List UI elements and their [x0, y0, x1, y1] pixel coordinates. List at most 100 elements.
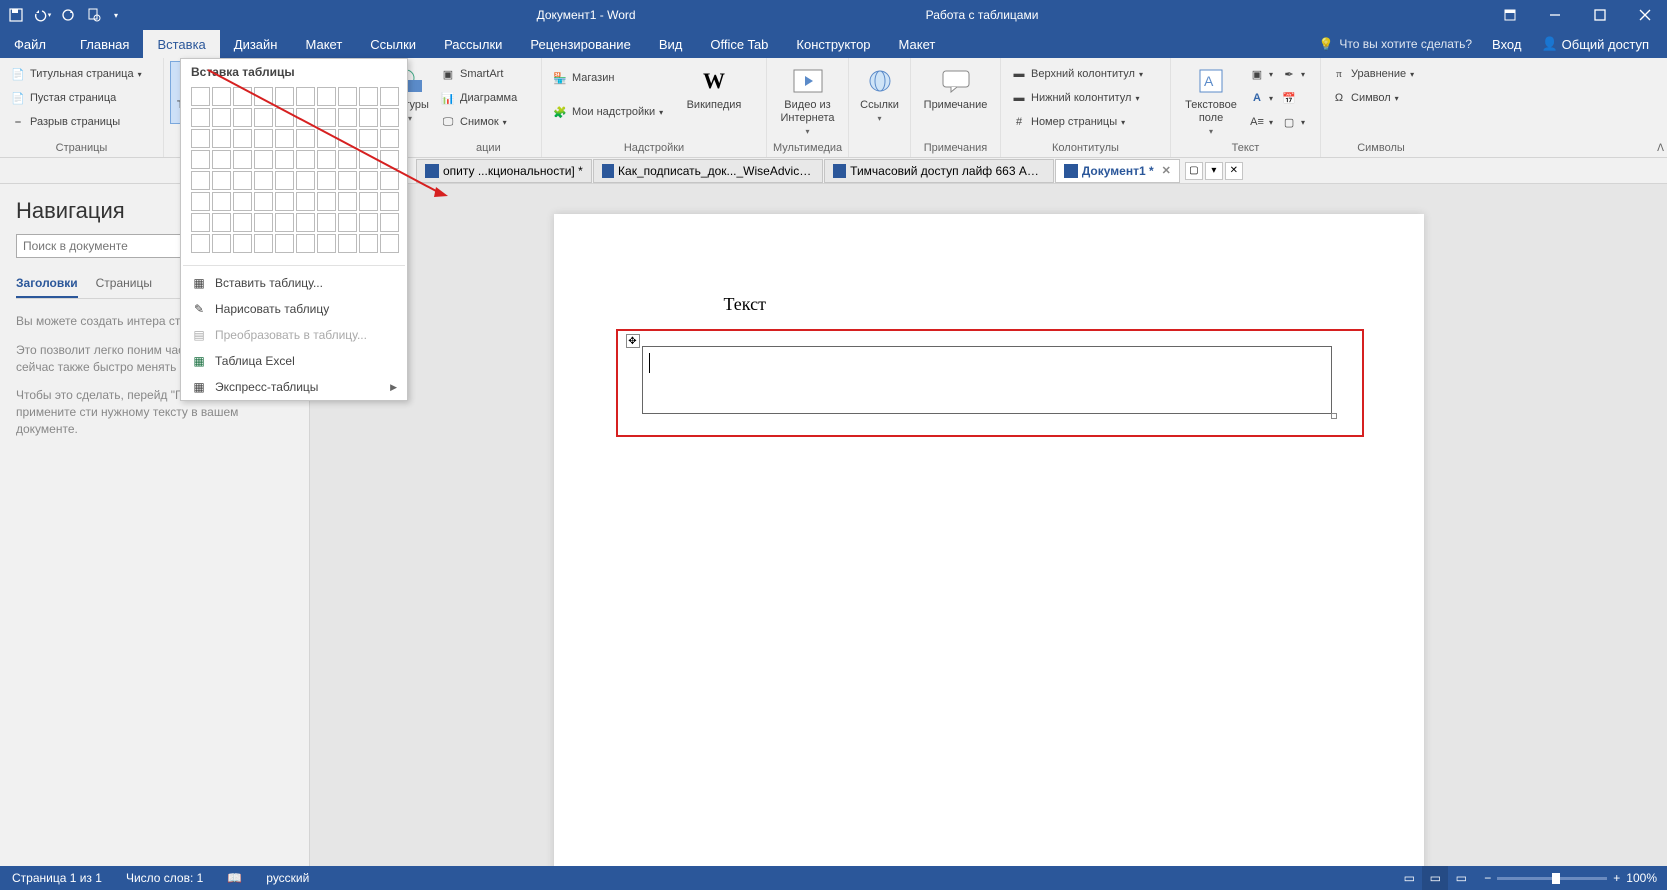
page-number-button[interactable]: #Номер страницы ▾ — [1007, 111, 1147, 133]
tab-layout[interactable]: Макет — [291, 30, 356, 58]
table-grid-cell[interactable] — [275, 108, 294, 127]
table-grid-cell[interactable] — [359, 192, 378, 211]
table-grid-cell[interactable] — [317, 213, 336, 232]
footer-button[interactable]: ▬Нижний колонтитул ▾ — [1007, 87, 1147, 109]
tab-mailings[interactable]: Рассылки — [430, 30, 516, 58]
table-grid-cell[interactable] — [191, 171, 210, 190]
doc-tab-3[interactable]: Документ1 *✕ — [1055, 159, 1180, 183]
table-grid-cell[interactable] — [296, 108, 315, 127]
online-video-button[interactable]: Видео из Интернета ▾ — [773, 61, 842, 136]
table-grid-cell[interactable] — [359, 108, 378, 127]
table-grid-cell[interactable] — [317, 171, 336, 190]
object-button[interactable]: ▢▾ — [1277, 111, 1309, 133]
table-grid-cell[interactable] — [296, 87, 315, 106]
zoom-in-icon[interactable]: + — [1613, 871, 1620, 885]
table-grid-cell[interactable] — [380, 171, 399, 190]
table-grid-cell[interactable] — [233, 108, 252, 127]
table-grid-cell[interactable] — [233, 150, 252, 169]
table-grid-cell[interactable] — [338, 171, 357, 190]
table-grid-cell[interactable] — [275, 192, 294, 211]
table-grid-cell[interactable] — [338, 234, 357, 253]
table-resize-handle[interactable] — [1331, 413, 1337, 419]
table-grid-cell[interactable] — [254, 129, 273, 148]
table-grid-cell[interactable] — [317, 87, 336, 106]
table-grid-cell[interactable] — [359, 171, 378, 190]
doc-tab-2[interactable]: Тимчасовий доступ лайф 663 Алиса — [824, 159, 1054, 183]
table-grid-cell[interactable] — [212, 171, 231, 190]
language-indicator[interactable]: русский — [254, 871, 321, 885]
collapse-ribbon-icon[interactable]: ᐱ — [1657, 143, 1664, 154]
tab-design[interactable]: Дизайн — [220, 30, 292, 58]
signature-button[interactable]: ✒▾ — [1277, 63, 1309, 85]
table-grid-cell[interactable] — [233, 129, 252, 148]
table-grid-cell[interactable] — [212, 150, 231, 169]
table-grid-cell[interactable] — [359, 129, 378, 148]
table-grid-cell[interactable] — [275, 87, 294, 106]
table-grid-cell[interactable] — [296, 129, 315, 148]
table-grid-cell[interactable] — [233, 192, 252, 211]
draw-table-item[interactable]: ✎Нарисовать таблицу — [181, 296, 407, 322]
tab-table-layout[interactable]: Макет — [885, 30, 950, 58]
tab-table-design[interactable]: Конструктор — [782, 30, 884, 58]
drop-cap-button[interactable]: A≡▾ — [1245, 111, 1277, 133]
cover-page-button[interactable]: 📄Титульная страница ▾ — [6, 63, 146, 85]
close-icon[interactable] — [1622, 0, 1667, 30]
close-tab-icon[interactable]: ✕ — [1162, 164, 1171, 177]
table-grid-cell[interactable] — [380, 129, 399, 148]
table-grid-cell[interactable] — [254, 171, 273, 190]
share-button[interactable]: 👤 Общий доступ — [1533, 36, 1657, 52]
links-button[interactable]: Ссылки ▾ — [855, 61, 904, 123]
table-grid-cell[interactable] — [338, 108, 357, 127]
table-grid-cell[interactable] — [317, 234, 336, 253]
web-layout-icon[interactable]: ▭ — [1448, 866, 1474, 890]
maximize-icon[interactable] — [1577, 0, 1622, 30]
table-grid-cell[interactable] — [191, 108, 210, 127]
table-grid-cell[interactable] — [254, 108, 273, 127]
tab-view[interactable]: Вид — [645, 30, 697, 58]
table-grid-cell[interactable] — [233, 171, 252, 190]
new-tab-button[interactable]: ▢ — [1185, 162, 1203, 180]
equation-button[interactable]: πУравнение ▾ — [1327, 63, 1418, 85]
tab-file[interactable]: Файл — [0, 30, 60, 58]
table-grid-cell[interactable] — [338, 129, 357, 148]
table-grid-cell[interactable] — [254, 150, 273, 169]
textbox-button[interactable]: A Текстовое поле ▾ — [1177, 61, 1245, 136]
table-grid-cell[interactable] — [359, 234, 378, 253]
table-grid-cell[interactable] — [191, 192, 210, 211]
table-grid-cell[interactable] — [380, 192, 399, 211]
table-grid-cell[interactable] — [254, 213, 273, 232]
page-indicator[interactable]: Страница 1 из 1 — [0, 871, 114, 885]
smartart-button[interactable]: ▣SmartArt — [436, 63, 521, 85]
table-grid-cell[interactable] — [275, 150, 294, 169]
login-link[interactable]: Вход — [1492, 37, 1521, 52]
table-grid-cell[interactable] — [254, 192, 273, 211]
table-move-handle[interactable]: ✥ — [626, 334, 640, 348]
blank-page-button[interactable]: 📄Пустая страница — [6, 87, 146, 109]
nav-tab-headings[interactable]: Заголовки — [16, 272, 78, 298]
table-grid-cell[interactable] — [275, 129, 294, 148]
table-grid-cell[interactable] — [296, 171, 315, 190]
my-addins-button[interactable]: 🧩Мои надстройки ▾ — [548, 101, 678, 123]
table-grid-cell[interactable] — [233, 87, 252, 106]
document-text[interactable]: Текст — [724, 294, 1324, 315]
wordart-button[interactable]: A▾ — [1245, 87, 1277, 109]
chart-button[interactable]: 📊Диаграмма — [436, 87, 521, 109]
minimize-icon[interactable] — [1532, 0, 1577, 30]
word-count[interactable]: Число слов: 1 — [114, 871, 215, 885]
table-grid-cell[interactable] — [359, 87, 378, 106]
table-grid-cell[interactable] — [359, 150, 378, 169]
doc-tab-0[interactable]: опиту ...кциональности] * — [416, 159, 592, 183]
table-grid-cell[interactable] — [254, 234, 273, 253]
table-grid-cell[interactable] — [338, 192, 357, 211]
table-grid-cell[interactable] — [317, 150, 336, 169]
table-grid-cell[interactable] — [191, 87, 210, 106]
table-grid-cell[interactable] — [254, 87, 273, 106]
undo-icon[interactable]: ▾ — [30, 3, 54, 27]
close-all-tabs-button[interactable]: ✕ — [1225, 162, 1243, 180]
proofing-icon[interactable]: 📖 — [215, 871, 254, 885]
nav-tab-pages[interactable]: Страницы — [96, 272, 152, 298]
doc-tab-1[interactable]: Как_подписать_док..._WiseAdvice_IT_ru — [593, 159, 823, 183]
wikipedia-button[interactable]: W Википедия — [678, 61, 750, 112]
tab-references[interactable]: Ссылки — [356, 30, 430, 58]
document-area[interactable]: Текст ✥ — [310, 184, 1667, 866]
